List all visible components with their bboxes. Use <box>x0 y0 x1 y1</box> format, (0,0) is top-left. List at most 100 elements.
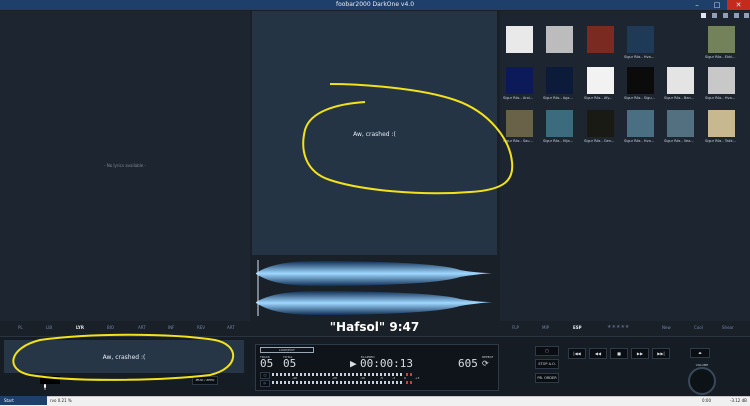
tab-art-2[interactable]: ART <box>227 325 235 330</box>
eject-button[interactable]: ⏏ <box>690 348 710 358</box>
album-cover[interactable] <box>708 26 735 53</box>
album-caption: Sigur Rós - Sigu... <box>624 96 655 100</box>
meter-scale-label: -10 <box>360 376 365 380</box>
transport-controls: |◀◀ ◀◀ ■ ▶▶ ▶▶| <box>568 348 683 359</box>
playback-order-button[interactable]: PB. ORDER <box>535 373 559 383</box>
album-cover[interactable] <box>546 67 573 94</box>
album-caption: Sigur Rós - Hva... <box>705 96 736 100</box>
tab-esp[interactable]: ESP <box>573 325 582 330</box>
tab-bio[interactable]: BIO <box>107 325 114 330</box>
album-cover[interactable] <box>667 110 694 137</box>
peak-button[interactable]: PEAK / ZPEQ <box>192 376 218 385</box>
meter-scale: -40 -20 -10 -5 -3 0 +3 <box>272 376 432 381</box>
detail-view-icon[interactable] <box>723 13 728 18</box>
button-3[interactable]: □ <box>260 372 270 379</box>
album-cover[interactable] <box>506 26 533 53</box>
volume-knob[interactable] <box>688 367 716 395</box>
album-caption: Sigur Rós - Afy... <box>584 96 613 100</box>
album-caption: Sigur Rós - Takk... <box>705 139 737 143</box>
list-view-icon[interactable] <box>712 13 717 18</box>
total-tracks: 05 <box>283 357 297 370</box>
visualizer-crash-message: Aw, crashed :( <box>102 354 146 361</box>
right-counter: 605 <box>458 357 478 370</box>
tab-lyr[interactable]: LYR <box>76 325 84 330</box>
tab-flp[interactable]: FLP <box>512 325 519 330</box>
close-button[interactable]: ✕ <box>727 0 750 10</box>
tab-inf[interactable]: INF <box>168 325 174 330</box>
album-cover[interactable] <box>708 67 735 94</box>
album-cover[interactable] <box>627 67 654 94</box>
lcd-display: LOOP/EXIT TRACK TOTAL 05 05 ELAPSED ▶ 00… <box>255 344 499 391</box>
album-cover[interactable] <box>546 110 573 137</box>
album-cover[interactable] <box>587 110 614 137</box>
tab-art[interactable]: ART <box>138 325 146 330</box>
crash-message: Aw, crashed :( <box>353 131 396 138</box>
tab-new[interactable]: New <box>662 325 671 330</box>
loop-label: LOOP/EXIT <box>279 348 295 352</box>
album-caption: Sigur Rós - Hva... <box>624 55 655 59</box>
status-time: 0:00 <box>702 398 711 403</box>
meter-scale-label: -40 <box>292 376 297 380</box>
album-caption: Sigur Rós - Gen... <box>584 139 615 143</box>
tab-cool[interactable]: Cool <box>694 325 703 330</box>
album-cover[interactable] <box>627 26 654 53</box>
now-playing-title: "Hafsol" 9:47 <box>329 320 420 334</box>
status-gain: -3.12 dB <box>730 398 747 403</box>
microphone-icon <box>44 384 46 390</box>
meter-scale-label: -3 <box>392 376 395 380</box>
grid-view-icon[interactable] <box>701 13 706 18</box>
album-caption: Sigur Rós - Ban... <box>664 96 695 100</box>
tab-mip[interactable]: MIP <box>542 325 549 330</box>
stop-after-button[interactable]: STOP A.O. <box>535 359 559 369</box>
track-number: 05 <box>260 357 274 370</box>
tab-shear[interactable]: Shear <box>722 325 734 330</box>
album-caption: Sigur Rós - Vea... <box>664 139 694 143</box>
album-cover[interactable] <box>506 67 533 94</box>
play-icon: ▶ <box>350 357 357 370</box>
album-caption: Sigur Rós - Sau... <box>503 139 533 143</box>
view-mode-icons <box>697 13 749 21</box>
album-cover[interactable] <box>506 110 533 137</box>
right-tabs: FLP MIP ESP ★★★★★ New Cool Shear <box>500 324 750 335</box>
meter-scale-label: -20 <box>332 376 337 380</box>
album-cover[interactable] <box>546 26 573 53</box>
album-caption: Sigur Rós - Hva... <box>624 139 655 143</box>
stop-button[interactable]: ■ <box>610 348 628 359</box>
fast-forward-button[interactable]: ▶▶ <box>631 348 649 359</box>
status-left: rvo 0.21 % <box>50 398 72 403</box>
album-cover[interactable] <box>667 67 694 94</box>
start-button[interactable]: Start <box>0 396 47 405</box>
tab-rev[interactable]: REV <box>197 325 205 330</box>
album-cover[interactable] <box>587 26 614 53</box>
loop-indicator: LOOP/EXIT <box>260 347 314 353</box>
album-cover[interactable] <box>587 67 614 94</box>
maximize-button[interactable]: □ <box>707 0 727 10</box>
meter-scale-label: -5 <box>380 376 383 380</box>
waveform-seekbar[interactable] <box>252 258 497 318</box>
album-caption: Sigur Rós - Hlja... <box>543 139 573 143</box>
rewind-button[interactable]: ◀◀ <box>589 348 607 359</box>
compact-view-icon[interactable] <box>734 13 739 18</box>
next-track-button[interactable]: ▶▶| <box>652 348 670 359</box>
rating-stars[interactable]: ★★★★★ <box>607 324 629 330</box>
album-cover[interactable] <box>708 110 735 137</box>
mini-display <box>40 376 60 390</box>
title-bar: foobar2000 DarkOne v4.0 – □ ✕ <box>0 0 750 10</box>
window-title: foobar2000 DarkOne v4.0 <box>335 1 415 8</box>
left-tabs: PL LIB LYR BIO ART INF REV ART <box>0 325 250 335</box>
album-cover[interactable] <box>627 110 654 137</box>
cover-view-icon[interactable] <box>744 13 749 18</box>
button-4[interactable]: ▷ <box>260 380 270 387</box>
album-caption: Sigur Rós - Agz... <box>543 96 573 100</box>
elapsed-time: 00:00:13 <box>360 357 413 370</box>
album-cover[interactable] <box>667 26 694 53</box>
tab-pl[interactable]: PL <box>18 325 23 330</box>
previous-track-button[interactable]: |◀◀ <box>568 348 586 359</box>
meter-scale-label: 0 <box>404 376 406 380</box>
no-lyrics-message: - No lyrics available - <box>104 163 146 168</box>
meter-scale-label: +3 <box>415 376 420 380</box>
tab-lib[interactable]: LIB <box>46 325 52 330</box>
button-5[interactable]: □ <box>535 346 559 356</box>
minimize-button[interactable]: – <box>687 0 707 10</box>
album-caption: Sigur Rós - Ekki... <box>705 55 736 59</box>
